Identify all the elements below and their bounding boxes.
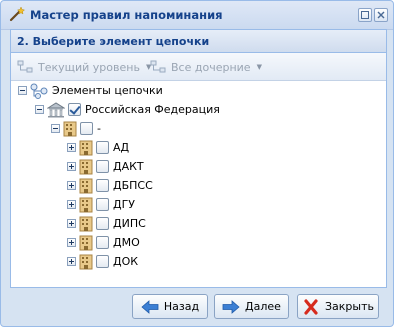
tree-node-item[interactable]: АД xyxy=(67,138,129,157)
collapse-icon[interactable] xyxy=(35,105,44,114)
expand-icon[interactable] xyxy=(67,257,76,266)
window-titlebar[interactable]: Мастер правил напоминания xyxy=(1,1,393,30)
item-checkbox[interactable] xyxy=(96,160,109,173)
current-level-label: Текущий уровень xyxy=(38,60,140,74)
tree-toolbar: Текущий уровень ▼ Все дочерние ▼ xyxy=(11,53,386,81)
country-label: Российская Федерация xyxy=(85,103,220,116)
tree-structure-icon xyxy=(30,83,48,99)
country-checkbox[interactable] xyxy=(68,103,81,116)
close-button[interactable]: Закрыть xyxy=(297,294,379,319)
wand-icon xyxy=(9,6,25,22)
expand-icon[interactable] xyxy=(67,143,76,152)
wizard-footer: Назад Далее Закрыть xyxy=(1,288,393,326)
office-building-icon xyxy=(79,178,93,193)
item-label: ДБПСС xyxy=(113,179,153,192)
expand-icon[interactable] xyxy=(67,181,76,190)
tree-root-label: Элементы цепочки xyxy=(52,84,163,97)
office-building-icon xyxy=(63,121,77,136)
hierarchy-icon xyxy=(150,60,166,73)
item-label: ДОК xyxy=(113,255,139,268)
back-button[interactable]: Назад xyxy=(132,294,208,319)
collapse-icon[interactable] xyxy=(51,124,60,133)
item-label: ДАКТ xyxy=(113,160,144,173)
office-building-icon xyxy=(79,254,93,269)
tree-node-item[interactable]: ДМО xyxy=(67,233,140,252)
item-label: АД xyxy=(113,141,130,154)
item-checkbox[interactable] xyxy=(96,141,109,154)
close-label: Закрыть xyxy=(325,300,374,313)
tree-node-item[interactable]: ДИПС xyxy=(67,214,146,233)
close-x-icon xyxy=(304,298,318,315)
restore-icon xyxy=(361,11,369,19)
item-checkbox[interactable] xyxy=(96,217,109,230)
office-building-icon xyxy=(79,159,93,174)
item-label: ДМО xyxy=(113,236,140,249)
item-checkbox[interactable] xyxy=(96,198,109,211)
office-building-icon xyxy=(79,140,93,155)
office-building-icon xyxy=(79,216,93,231)
expand-icon[interactable] xyxy=(67,162,76,171)
reminder-wizard-window: Мастер правил напоминания 2. Выберите эл… xyxy=(0,0,394,327)
group-label: - xyxy=(97,122,101,135)
next-label: Далее xyxy=(245,300,281,313)
chevron-down-icon: ▼ xyxy=(256,63,262,71)
group-checkbox[interactable] xyxy=(80,122,93,135)
tree-node-country[interactable]: Российская Федерация xyxy=(35,100,220,119)
chain-element-panel: 2. Выберите элемент цепочки Текущий уров… xyxy=(10,29,387,288)
tree-node-item[interactable]: ДОК xyxy=(67,252,138,271)
panel-header: 2. Выберите элемент цепочки xyxy=(11,30,386,53)
chain-tree: Элементы цепочки Российская Федерация - … xyxy=(11,81,386,286)
item-checkbox[interactable] xyxy=(96,255,109,268)
item-label: ДГУ xyxy=(113,198,136,211)
back-label: Назад xyxy=(163,300,200,313)
arrow-left-icon xyxy=(141,299,159,314)
tree-root-node[interactable]: Элементы цепочки xyxy=(18,81,163,100)
panel-title: 2. Выберите элемент цепочки xyxy=(17,35,210,48)
tree-node-group[interactable]: - xyxy=(51,119,101,138)
expand-icon[interactable] xyxy=(67,200,76,209)
expand-icon[interactable] xyxy=(67,219,76,228)
all-children-label: Все дочерние xyxy=(171,60,251,74)
tree-node-item[interactable]: ДГУ xyxy=(67,195,135,214)
close-icon xyxy=(377,11,385,19)
all-children-button[interactable]: Все дочерние ▼ xyxy=(150,59,262,75)
close-window-button[interactable] xyxy=(374,8,388,22)
item-checkbox[interactable] xyxy=(96,179,109,192)
next-button[interactable]: Далее xyxy=(214,294,289,319)
tree-node-item[interactable]: ДАКТ xyxy=(67,157,144,176)
office-building-icon xyxy=(79,197,93,212)
current-level-button[interactable]: Текущий уровень ▼ xyxy=(17,59,151,75)
hierarchy-icon xyxy=(17,60,33,73)
item-label: ДИПС xyxy=(113,217,146,230)
office-building-icon xyxy=(79,235,93,250)
expand-icon[interactable] xyxy=(67,238,76,247)
item-checkbox[interactable] xyxy=(96,236,109,249)
arrow-right-icon xyxy=(222,299,240,314)
tree-node-item[interactable]: ДБПСС xyxy=(67,176,153,195)
window-title: Мастер правил напоминания xyxy=(30,8,223,22)
government-building-icon xyxy=(47,101,65,117)
collapse-icon[interactable] xyxy=(18,86,27,95)
restore-button[interactable] xyxy=(358,8,372,22)
